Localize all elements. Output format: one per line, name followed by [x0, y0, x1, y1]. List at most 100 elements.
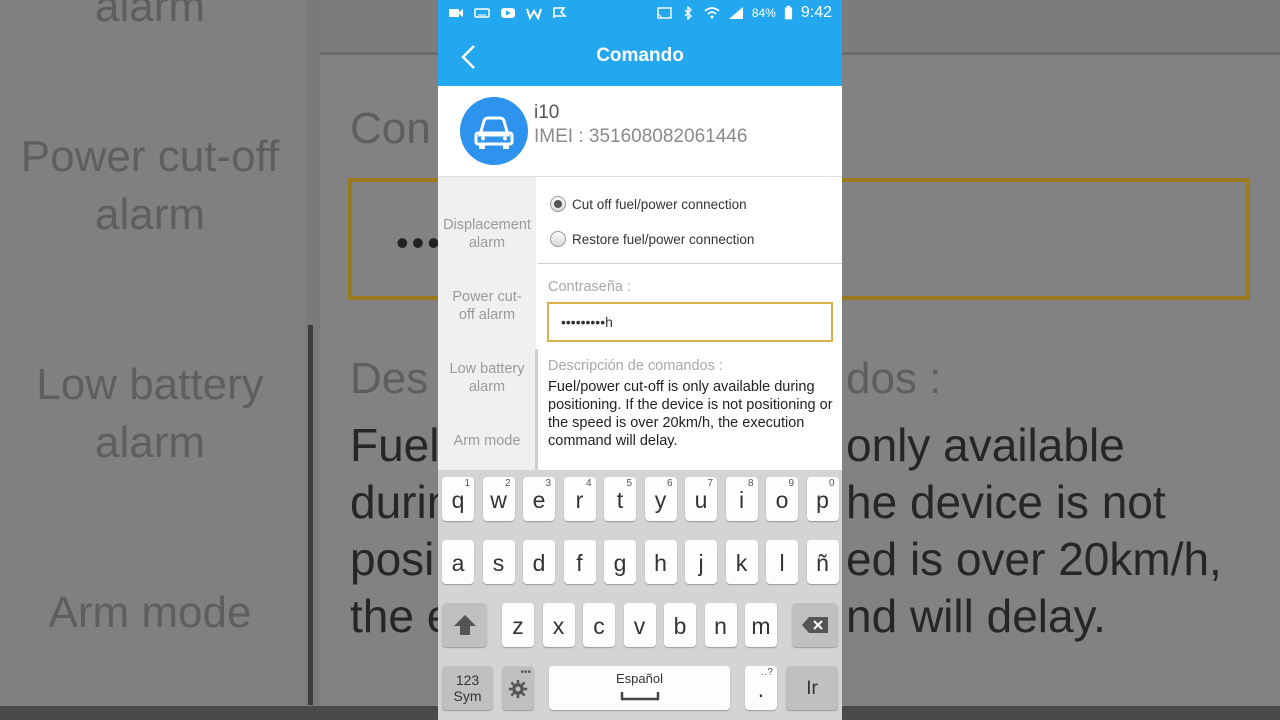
bg-dots: ••• — [396, 222, 443, 263]
device-name: i10 — [534, 102, 560, 123]
option-cut-off[interactable]: Cut off fuel/power connection — [550, 196, 747, 212]
period-key[interactable]: ‥? . — [745, 666, 777, 710]
key-o[interactable]: 9o — [766, 477, 798, 521]
key-hint: 7 — [707, 478, 713, 489]
bg-label: Des — [350, 354, 429, 403]
backspace-key[interactable] — [792, 603, 838, 647]
option-label: Restore fuel/power connection — [572, 231, 755, 247]
status-bar: 84% 9:42 — [438, 0, 842, 28]
key-c[interactable]: c — [583, 603, 615, 647]
key-v[interactable]: v — [623, 603, 656, 647]
key-label: q — [451, 487, 465, 513]
phone-screen: 84% 9:42 Comando i10 IMEI : 351608082061… — [438, 0, 842, 720]
command-sidebar: Displacement alarm Power cut-off alarm L… — [438, 177, 538, 472]
space-label: Español — [616, 671, 663, 686]
key-y[interactable]: 6y — [644, 477, 677, 521]
key-label: w — [490, 487, 507, 513]
key-k[interactable]: k — [725, 540, 758, 584]
bg-line: only available — [846, 419, 1125, 471]
key-hint: 4 — [585, 478, 592, 489]
symbols-line-2: Sym — [453, 688, 482, 704]
bg-label: Power cut-off alarm — [20, 132, 280, 239]
key-label: e — [532, 487, 546, 513]
key-i[interactable]: 8i — [725, 477, 758, 521]
youtube-icon — [501, 8, 515, 18]
option-label: Cut off fuel/power connection — [572, 196, 747, 212]
bg-line: he device is not — [846, 476, 1166, 528]
password-input[interactable]: •••••••••h — [547, 302, 833, 342]
key-hint: 6 — [666, 478, 673, 489]
key-e[interactable]: 3e — [523, 477, 555, 521]
page-title: Comando — [596, 45, 684, 66]
go-key[interactable]: Ir — [786, 666, 838, 710]
key-n[interactable]: n — [704, 603, 737, 647]
bg-label: Low battery alarm — [36, 360, 264, 467]
symbols-line-1: 123 — [455, 672, 480, 688]
sidebar-item-low-battery-alarm[interactable]: Low battery alarm — [438, 360, 536, 396]
key-t[interactable]: 5t — [604, 477, 636, 521]
bg-line: Fuel — [350, 419, 440, 471]
bluetooth-icon — [684, 6, 692, 20]
bg-label: alarm — [94, 0, 206, 31]
symbols-key[interactable]: 123 Sym — [442, 666, 493, 710]
key-hint: 1 — [464, 478, 470, 489]
key-label: r — [575, 487, 584, 513]
key-l[interactable]: l — [766, 540, 798, 584]
description-text: Fuel/power cut-off is only available dur… — [548, 379, 833, 449]
shift-icon — [453, 615, 476, 635]
key-q[interactable]: 1q — [442, 477, 474, 521]
key-m[interactable]: m — [745, 603, 777, 647]
clock: 9:42 — [800, 4, 832, 21]
key-s[interactable]: s — [482, 540, 515, 584]
key-d[interactable]: d — [523, 540, 555, 584]
battery-percent: 84% — [751, 6, 776, 20]
radio-unselected[interactable] — [550, 231, 566, 247]
key-label: t — [616, 487, 624, 513]
key-label: u — [694, 487, 708, 513]
key-w[interactable]: 2w — [482, 477, 515, 521]
bg-line: nd will delay. — [846, 590, 1106, 642]
flag-icon — [553, 7, 567, 18]
video-icon — [449, 9, 463, 17]
bg-label: dos : — [846, 354, 942, 403]
key-label: y — [654, 487, 667, 513]
space-icon — [620, 692, 659, 701]
key-hint: 8 — [747, 478, 754, 489]
bg-line: posi — [350, 533, 435, 585]
sidebar-item-displacement-alarm[interactable]: Displacement alarm — [438, 216, 536, 252]
cast-icon — [656, 7, 672, 19]
signal-icon — [728, 7, 743, 19]
key-ñ[interactable]: ñ — [806, 540, 839, 584]
key-a[interactable]: a — [442, 540, 474, 584]
key-b[interactable]: b — [664, 603, 696, 647]
key-x[interactable]: x — [542, 603, 575, 647]
settings-key[interactable]: ••• — [502, 666, 534, 710]
key-p[interactable]: 0p — [806, 477, 839, 521]
keyboard-icon — [474, 8, 490, 18]
key-f[interactable]: f — [563, 540, 596, 584]
bg-line: durin — [350, 476, 453, 528]
option-restore[interactable]: Restore fuel/power connection — [550, 231, 754, 247]
wifi-icon — [704, 7, 720, 19]
key-r[interactable]: 4r — [563, 477, 596, 521]
key-j[interactable]: j — [685, 540, 717, 584]
gear-icon — [508, 679, 528, 699]
key-h[interactable]: h — [644, 540, 677, 584]
bg-divider — [308, 325, 313, 705]
shift-key[interactable] — [442, 603, 487, 647]
key-label: o — [775, 487, 789, 513]
w-app-icon — [526, 8, 542, 20]
sidebar-item-power-cut-off-alarm[interactable]: Power cut-off alarm — [438, 288, 536, 324]
key-label: i — [738, 487, 745, 513]
space-key[interactable]: Español — [549, 666, 730, 710]
key-hint: 3 — [545, 478, 551, 489]
bg-line: the e — [350, 590, 453, 642]
radio-selected[interactable] — [550, 196, 566, 212]
key-hint: 0 — [828, 478, 835, 489]
key-z[interactable]: z — [502, 603, 534, 647]
sidebar-item-arm-mode[interactable]: Arm mode — [438, 432, 536, 450]
key-u[interactable]: 7u — [685, 477, 717, 521]
app-bar: Comando — [438, 28, 842, 86]
key-g[interactable]: g — [604, 540, 636, 584]
password-label: Contraseña : — [548, 279, 632, 295]
